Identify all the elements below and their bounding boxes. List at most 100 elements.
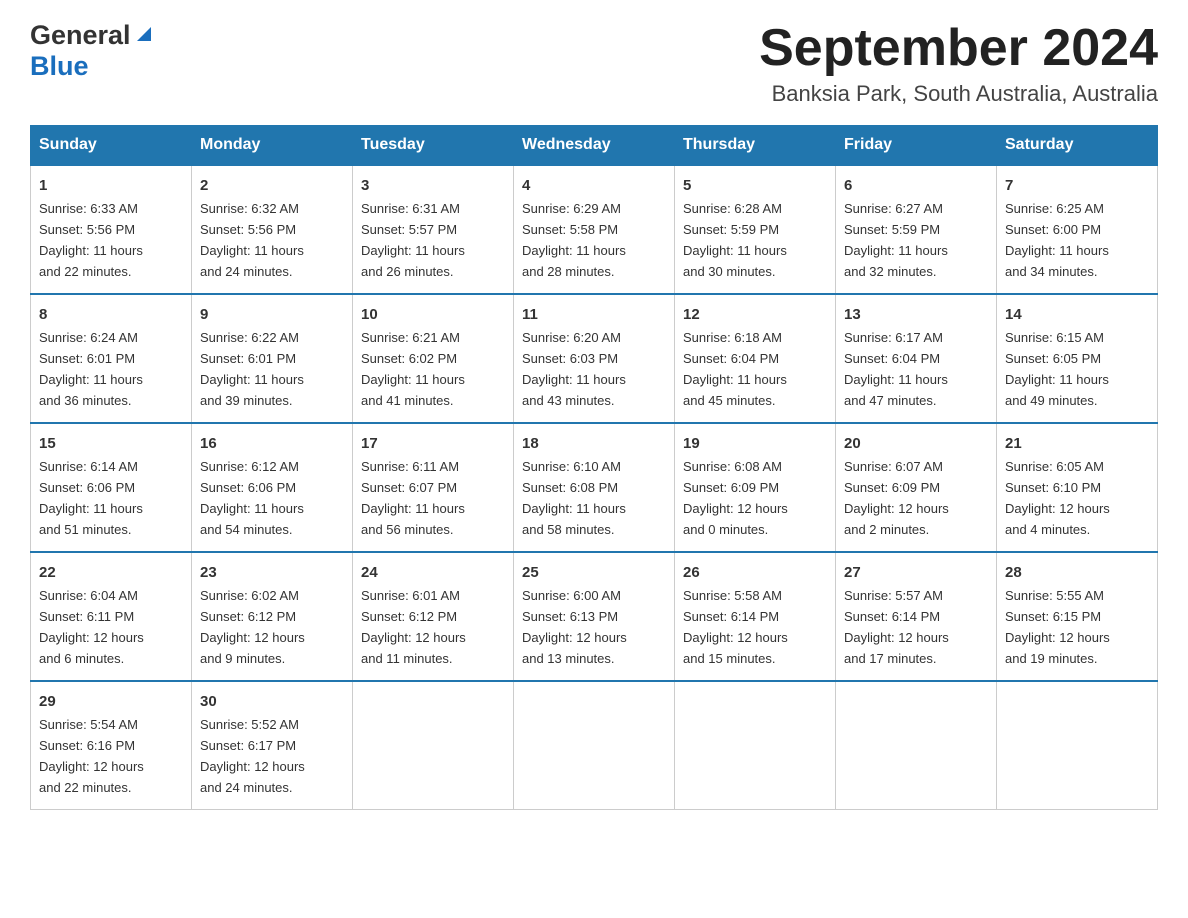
calendar-cell — [836, 681, 997, 809]
day-number: 3 — [361, 174, 505, 197]
calendar-cell — [353, 681, 514, 809]
calendar-cell: 19Sunrise: 6:08 AM Sunset: 6:09 PM Dayli… — [675, 423, 836, 552]
day-number: 8 — [39, 303, 183, 326]
calendar-week-row: 22 Sunrise: 6:04 AM Sunset: 6:11 PM Dayli… — [31, 552, 1158, 681]
day-info: Sunrise: 6:12 AM Sunset: 6:06 PM Dayligh… — [200, 459, 304, 537]
day-info: Sunrise: 6:05 AM Sunset: 6:10 PM Dayligh… — [1005, 459, 1110, 537]
col-sunday: Sunday — [31, 126, 192, 166]
calendar-cell: 3 Sunrise: 6:31 AM Sunset: 5:57 PM Daylig… — [353, 165, 514, 294]
calendar-cell: 27 Sunrise: 5:57 AM Sunset: 6:14 PM Dayli… — [836, 552, 997, 681]
logo-blue-text: Blue — [30, 51, 89, 81]
calendar-week-row: 1 Sunrise: 6:33 AM Sunset: 5:56 PM Daylig… — [31, 165, 1158, 294]
day-number: 15 — [39, 432, 183, 455]
day-info: Sunrise: 6:21 AM Sunset: 6:02 PM Dayligh… — [361, 330, 465, 408]
day-number: 6 — [844, 174, 988, 197]
calendar-cell: 1 Sunrise: 6:33 AM Sunset: 5:56 PM Daylig… — [31, 165, 192, 294]
calendar-cell: 17Sunrise: 6:11 AM Sunset: 6:07 PM Dayli… — [353, 423, 514, 552]
day-number: 11 — [522, 303, 666, 326]
calendar-table: Sunday Monday Tuesday Wednesday Thursday… — [30, 125, 1158, 810]
day-info: Sunrise: 5:55 AM Sunset: 6:15 PM Dayligh… — [1005, 588, 1110, 666]
day-info: Sunrise: 6:11 AM Sunset: 6:07 PM Dayligh… — [361, 459, 465, 537]
day-number: 18 — [522, 432, 666, 455]
day-number: 10 — [361, 303, 505, 326]
calendar-cell — [997, 681, 1158, 809]
day-number: 30 — [200, 690, 344, 713]
calendar-cell: 23 Sunrise: 6:02 AM Sunset: 6:12 PM Dayli… — [192, 552, 353, 681]
day-number: 5 — [683, 174, 827, 197]
day-number: 12 — [683, 303, 827, 326]
day-info: Sunrise: 5:58 AM Sunset: 6:14 PM Dayligh… — [683, 588, 788, 666]
day-info: Sunrise: 6:33 AM Sunset: 5:56 PM Dayligh… — [39, 201, 143, 279]
calendar-cell: 8 Sunrise: 6:24 AM Sunset: 6:01 PM Daylig… — [31, 294, 192, 423]
calendar-cell: 18 Sunrise: 6:10 AM Sunset: 6:08 PM Dayli… — [514, 423, 675, 552]
day-number: 14 — [1005, 303, 1149, 326]
day-number: 23 — [200, 561, 344, 584]
day-info: Sunrise: 6:10 AM Sunset: 6:08 PM Dayligh… — [522, 459, 626, 537]
day-info: Sunrise: 6:29 AM Sunset: 5:58 PM Dayligh… — [522, 201, 626, 279]
calendar-cell: 14Sunrise: 6:15 AM Sunset: 6:05 PM Dayli… — [997, 294, 1158, 423]
day-info: Sunrise: 6:02 AM Sunset: 6:12 PM Dayligh… — [200, 588, 305, 666]
calendar-cell: 10 Sunrise: 6:21 AM Sunset: 6:02 PM Dayli… — [353, 294, 514, 423]
day-number: 26 — [683, 561, 827, 584]
calendar-cell: 11 Sunrise: 6:20 AM Sunset: 6:03 PM Dayli… — [514, 294, 675, 423]
day-info: Sunrise: 6:22 AM Sunset: 6:01 PM Dayligh… — [200, 330, 304, 408]
day-info: Sunrise: 5:54 AM Sunset: 6:16 PM Dayligh… — [39, 717, 144, 795]
calendar-header: Sunday Monday Tuesday Wednesday Thursday… — [31, 126, 1158, 166]
calendar-cell: 12 Sunrise: 6:18 AM Sunset: 6:04 PM Dayli… — [675, 294, 836, 423]
day-number: 22 — [39, 561, 183, 584]
calendar-cell: 28 Sunrise: 5:55 AM Sunset: 6:15 PM Dayli… — [997, 552, 1158, 681]
col-wednesday: Wednesday — [514, 126, 675, 166]
day-info: Sunrise: 6:18 AM Sunset: 6:04 PM Dayligh… — [683, 330, 787, 408]
day-info: Sunrise: 6:31 AM Sunset: 5:57 PM Dayligh… — [361, 201, 465, 279]
day-number: 4 — [522, 174, 666, 197]
day-info: Sunrise: 6:20 AM Sunset: 6:03 PM Dayligh… — [522, 330, 626, 408]
day-number: 19 — [683, 432, 827, 455]
col-monday: Monday — [192, 126, 353, 166]
calendar-cell: 13Sunrise: 6:17 AM Sunset: 6:04 PM Dayli… — [836, 294, 997, 423]
day-number: 16 — [200, 432, 344, 455]
day-info: Sunrise: 6:14 AM Sunset: 6:06 PM Dayligh… — [39, 459, 143, 537]
calendar-cell: 25 Sunrise: 6:00 AM Sunset: 6:13 PM Dayli… — [514, 552, 675, 681]
calendar-cell: 20Sunrise: 6:07 AM Sunset: 6:09 PM Dayli… — [836, 423, 997, 552]
calendar-cell: 30 Sunrise: 5:52 AM Sunset: 6:17 PM Dayli… — [192, 681, 353, 809]
calendar-cell: 26 Sunrise: 5:58 AM Sunset: 6:14 PM Dayli… — [675, 552, 836, 681]
calendar-cell: 22 Sunrise: 6:04 AM Sunset: 6:11 PM Dayli… — [31, 552, 192, 681]
day-info: Sunrise: 6:04 AM Sunset: 6:11 PM Dayligh… — [39, 588, 144, 666]
calendar-cell: 2 Sunrise: 6:32 AM Sunset: 5:56 PM Daylig… — [192, 165, 353, 294]
calendar-week-row: 8 Sunrise: 6:24 AM Sunset: 6:01 PM Daylig… — [31, 294, 1158, 423]
calendar-week-row: 29Sunrise: 5:54 AM Sunset: 6:16 PM Dayli… — [31, 681, 1158, 809]
calendar-week-row: 15 Sunrise: 6:14 AM Sunset: 6:06 PM Dayli… — [31, 423, 1158, 552]
day-number: 13 — [844, 303, 988, 326]
calendar-cell: 5 Sunrise: 6:28 AM Sunset: 5:59 PM Daylig… — [675, 165, 836, 294]
day-number: 25 — [522, 561, 666, 584]
day-info: Sunrise: 6:01 AM Sunset: 6:12 PM Dayligh… — [361, 588, 466, 666]
day-info: Sunrise: 6:07 AM Sunset: 6:09 PM Dayligh… — [844, 459, 949, 537]
logo: General Blue — [30, 20, 155, 82]
day-info: Sunrise: 6:24 AM Sunset: 6:01 PM Dayligh… — [39, 330, 143, 408]
calendar-cell: 16 Sunrise: 6:12 AM Sunset: 6:06 PM Dayli… — [192, 423, 353, 552]
col-thursday: Thursday — [675, 126, 836, 166]
day-info: Sunrise: 6:28 AM Sunset: 5:59 PM Dayligh… — [683, 201, 787, 279]
day-number: 7 — [1005, 174, 1149, 197]
day-info: Sunrise: 5:52 AM Sunset: 6:17 PM Dayligh… — [200, 717, 305, 795]
day-number: 2 — [200, 174, 344, 197]
logo-general-text: General — [30, 20, 131, 51]
title-block: September 2024 Banksia Park, South Austr… — [759, 20, 1158, 107]
day-number: 24 — [361, 561, 505, 584]
day-number: 27 — [844, 561, 988, 584]
calendar-cell: 7Sunrise: 6:25 AM Sunset: 6:00 PM Daylig… — [997, 165, 1158, 294]
col-tuesday: Tuesday — [353, 126, 514, 166]
day-number: 9 — [200, 303, 344, 326]
calendar-cell — [514, 681, 675, 809]
header-row: Sunday Monday Tuesday Wednesday Thursday… — [31, 126, 1158, 166]
calendar-cell: 21 Sunrise: 6:05 AM Sunset: 6:10 PM Dayli… — [997, 423, 1158, 552]
col-friday: Friday — [836, 126, 997, 166]
day-info: Sunrise: 5:57 AM Sunset: 6:14 PM Dayligh… — [844, 588, 949, 666]
day-number: 1 — [39, 174, 183, 197]
calendar-cell: 6Sunrise: 6:27 AM Sunset: 5:59 PM Daylig… — [836, 165, 997, 294]
calendar-title: September 2024 — [759, 20, 1158, 77]
day-info: Sunrise: 6:32 AM Sunset: 5:56 PM Dayligh… — [200, 201, 304, 279]
day-number: 28 — [1005, 561, 1149, 584]
day-info: Sunrise: 6:00 AM Sunset: 6:13 PM Dayligh… — [522, 588, 627, 666]
day-number: 21 — [1005, 432, 1149, 455]
